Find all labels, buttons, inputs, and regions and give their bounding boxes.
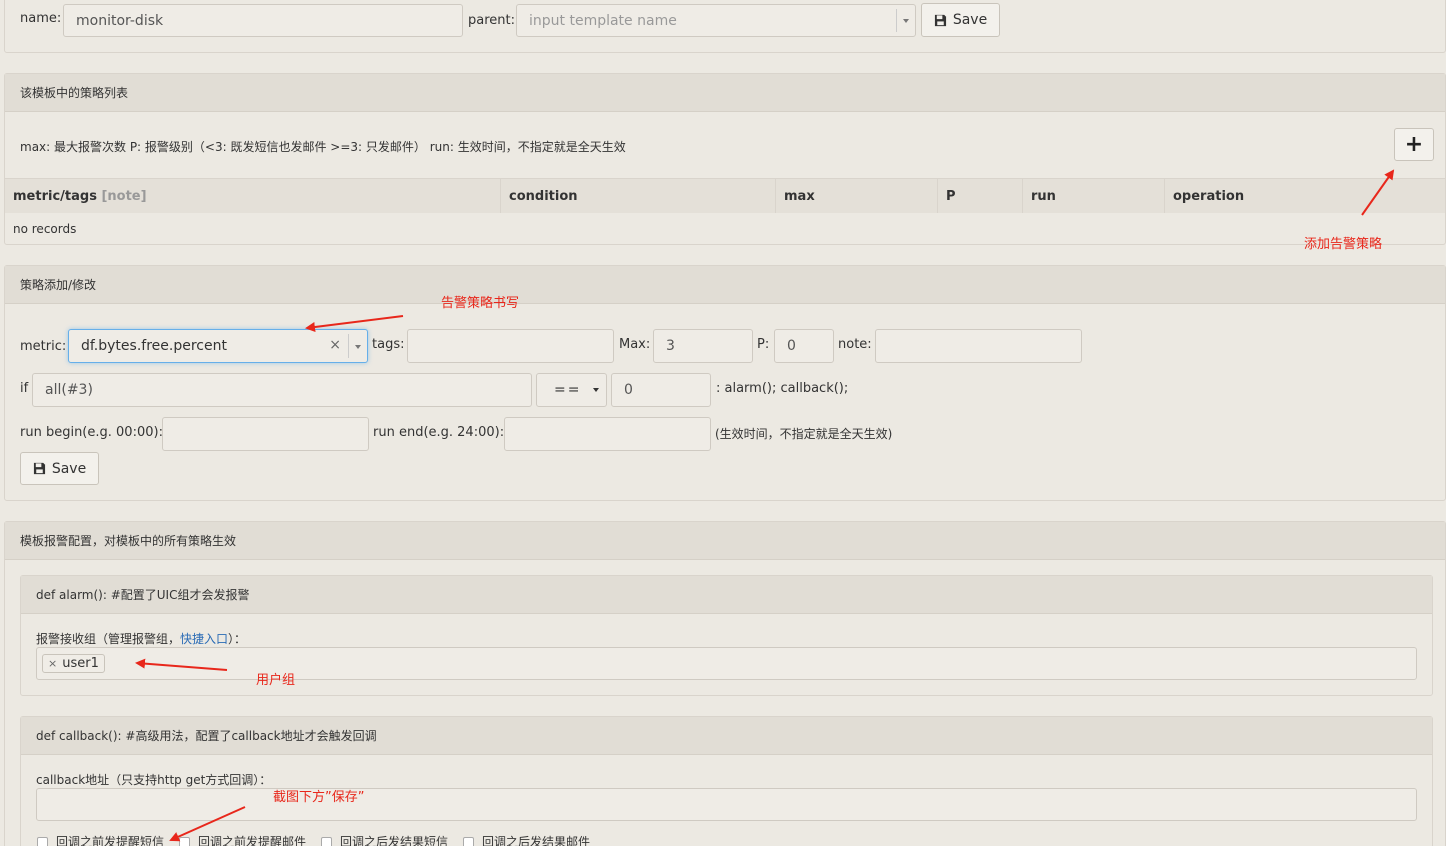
plus-icon: + [1404,132,1424,157]
note-label: note: [838,337,872,352]
checkbox-after-sms[interactable] [321,837,332,846]
if-label: if [20,381,29,396]
tags-label: tags: [372,337,405,352]
template-save-label: Save [952,12,988,28]
empty-table-text: no records [13,222,77,236]
add-strategy-button[interactable]: + [1394,128,1434,161]
p-value: 0 [787,338,796,354]
chevron-down-icon [903,19,909,23]
metric-divider [348,334,349,358]
chevron-down-icon [593,388,599,392]
strategy-save-label: Save [51,460,87,477]
max-label: Max: [619,337,651,352]
alarm-config-header: 模板报警配置，对模板中的所有策略生效 [5,522,1445,560]
run-end-input[interactable] [504,417,711,451]
metric-select[interactable]: df.bytes.free.percent × [68,329,368,363]
name-label: name: [20,11,62,26]
checkbox-before-mail-label: 回调之前发提醒邮件 [198,835,307,846]
col-metric-tags: metric/tags [note] [5,179,501,213]
checkbox-before-sms[interactable] [37,837,48,846]
callback-url-label: callback地址（只支持http get方式回调）： [36,773,272,787]
strategy-list-title: 该模板中的策略列表 [20,86,129,100]
col-p: P [938,179,1023,213]
annotation-write-strategy: 告警策略书写 [441,296,520,311]
checkbox-before-sms-label: 回调之前发提醒短信 [56,835,165,846]
max-value: 3 [666,338,675,354]
tags-input[interactable] [407,329,614,363]
function-value: all(#3) [45,382,93,398]
callback-url-input[interactable] [36,788,1417,821]
operator-select[interactable]: == [536,373,607,407]
strategy-table: metric/tags [note] condition max P run o… [5,178,1445,246]
chevron-down-icon [355,345,361,349]
tag-remove-icon[interactable]: × [48,657,57,670]
quick-entry-link[interactable]: 快捷入口 [180,632,228,646]
checkbox-before-mail[interactable] [179,837,190,846]
metric-value: df.bytes.free.percent [81,338,227,354]
strategy-list-panel: 该模板中的策略列表 max: 最大报警次数 P: 报警级别（<3: 既发短信也发… [4,73,1446,245]
p-input[interactable]: 0 [774,329,834,363]
callback-subpanel-title: def callback(): #高级用法，配置了callback地址才会触发回… [36,729,377,743]
run-begin-label: run begin(e.g. 00:00): [20,425,163,440]
strategy-edit-title: 策略添加/修改 [20,278,97,292]
template-save-button[interactable]: Save [921,3,1000,37]
action-text: : alarm(); callback(); [716,381,849,396]
threshold-input[interactable]: 0 [611,373,711,407]
receivers-tag-input[interactable]: × user1 [36,647,1417,680]
annotation-user-group: 用户组 [256,673,296,688]
user-tag-label: user1 [62,656,99,671]
callback-subpanel-header: def callback(): #高级用法，配置了callback地址才会触发回… [21,717,1432,755]
floppy-disk-icon [934,14,946,26]
run-begin-input[interactable] [162,417,369,451]
strategy-save-button[interactable]: Save [20,452,99,485]
col-max: max [776,179,938,213]
col-run: run [1023,179,1165,213]
user-tag: × user1 [42,654,105,673]
function-input[interactable]: all(#3) [32,373,532,407]
max-input[interactable]: 3 [653,329,753,363]
name-input[interactable]: monitor-disk [63,4,463,37]
strategy-legend: max: 最大报警次数 P: 报警级别（<3: 既发短信也发邮件 >=3: 只发… [20,140,626,154]
alarm-config-title: 模板报警配置，对模板中的所有策略生效 [20,534,237,548]
floppy-disk-icon [33,462,45,475]
annotation-save-below: 截图下方”保存” [273,790,365,805]
annotation-add-strategy: 添加告警策略 [1304,237,1383,252]
parent-select[interactable]: input template name [516,4,916,37]
col-operation: operation [1173,188,1245,204]
alarm-subpanel-header: def alarm(): #配置了UIC组才会发报警 [21,576,1432,614]
checkbox-after-mail-label: 回调之后发结果邮件 [482,835,591,846]
note-input[interactable] [875,329,1082,363]
checkbox-after-mail[interactable] [463,837,474,846]
threshold-value: 0 [624,382,633,398]
strategy-table-header: metric/tags [note] condition max P run o… [5,179,1445,213]
col-condition: condition [501,179,776,213]
parent-placeholder: input template name [529,12,677,29]
parent-label: parent: [468,13,515,28]
p-label: P: [757,337,770,352]
clear-icon[interactable]: × [329,337,341,353]
run-end-label: run end(e.g. 24:00): [373,425,505,440]
alarm-subpanel-title: def alarm(): #配置了UIC组才会发报警 [36,588,250,602]
run-hint: (生效时间，不指定就是全天生效) [715,427,893,441]
parent-divider [896,9,897,32]
receivers-label: 报警接收组（管理报警组，快捷入口）： [36,632,247,646]
strategy-edit-header: 策略添加/修改 [5,266,1445,304]
checkbox-after-sms-label: 回调之后发结果短信 [340,835,449,846]
col-note: [note] [101,188,147,204]
name-input-value: monitor-disk [76,12,164,29]
operator-value: == [554,382,582,398]
metric-label: metric: [20,339,67,354]
strategy-list-header: 该模板中的策略列表 [5,74,1445,112]
